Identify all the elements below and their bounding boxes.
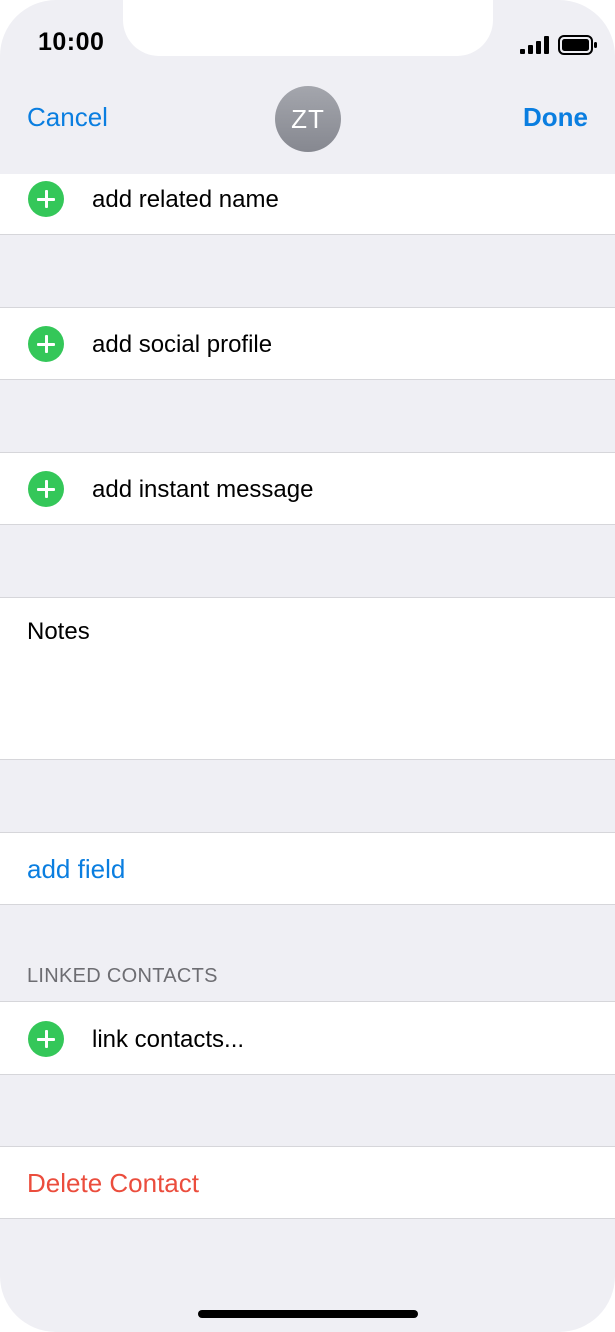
add-social-profile-row[interactable]: add social profile — [0, 307, 615, 380]
add-social-profile-label: add social profile — [92, 331, 273, 358]
add-related-name-label: add related name — [92, 186, 279, 213]
plus-circle-icon[interactable] — [28, 1021, 64, 1057]
plus-circle-icon[interactable] — [28, 471, 64, 507]
done-button[interactable]: Done — [523, 102, 588, 133]
cancel-button[interactable]: Cancel — [27, 102, 108, 133]
status-time: 10:00 — [38, 28, 105, 56]
add-instant-message-label: add instant message — [92, 476, 314, 503]
add-field-row[interactable]: add field — [0, 832, 615, 905]
link-contacts-label: link contacts... — [92, 1026, 245, 1053]
add-related-name-row[interactable]: add related name — [0, 174, 615, 235]
nav-bar: Cancel ZT Done — [0, 84, 615, 152]
cellular-signal-icon — [520, 36, 549, 54]
battery-full-icon — [558, 35, 597, 55]
notes-label: Notes — [27, 618, 90, 645]
notes-field[interactable]: Notes — [0, 597, 615, 760]
add-field-button[interactable]: add field — [27, 854, 125, 885]
home-indicator[interactable] — [198, 1310, 418, 1318]
status-bar: 10:00 — [0, 0, 615, 90]
plus-circle-icon[interactable] — [28, 181, 64, 217]
delete-contact-button[interactable]: Delete Contact — [27, 1168, 199, 1199]
phone-screen: 10:00 Cancel ZT Done add related name ad… — [0, 0, 615, 1332]
linked-contacts-header: LINKED CONTACTS — [27, 965, 218, 987]
contact-avatar[interactable]: ZT — [275, 86, 341, 152]
plus-circle-icon[interactable] — [28, 326, 64, 362]
delete-contact-row[interactable]: Delete Contact — [0, 1146, 615, 1219]
add-instant-message-row[interactable]: add instant message — [0, 452, 615, 525]
link-contacts-row[interactable]: link contacts... — [0, 1001, 615, 1075]
device-notch — [123, 0, 493, 56]
